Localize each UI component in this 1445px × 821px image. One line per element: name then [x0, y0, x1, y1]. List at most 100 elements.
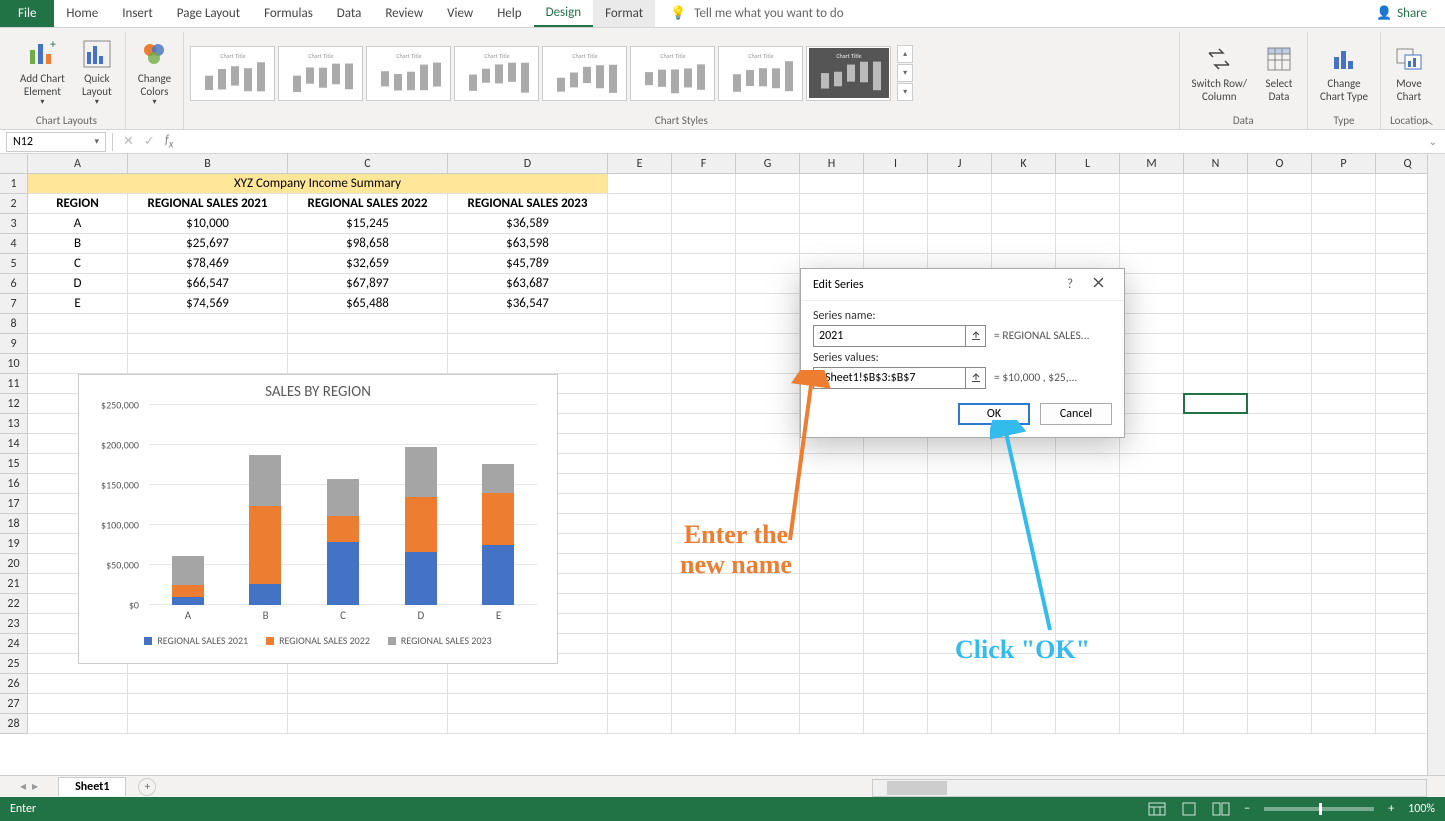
cell[interactable]	[1120, 714, 1184, 734]
cell[interactable]	[1312, 594, 1376, 614]
chart-bar-group[interactable]	[327, 479, 359, 605]
row-header[interactable]: 17	[0, 494, 28, 514]
cell[interactable]	[288, 714, 448, 734]
row-header[interactable]: 14	[0, 434, 28, 454]
cell[interactable]	[1120, 694, 1184, 714]
menu-tab-insert[interactable]: Insert	[110, 0, 165, 27]
cell[interactable]	[128, 674, 288, 694]
cell[interactable]	[928, 514, 992, 534]
chart-bar-segment[interactable]	[405, 497, 437, 551]
cell[interactable]: REGIONAL SALES 2022	[288, 194, 448, 214]
expand-formula-bar-icon[interactable]: ⌄	[1421, 135, 1445, 148]
chart-bar-group[interactable]	[172, 556, 204, 605]
menu-tab-design[interactable]: Design	[534, 0, 593, 27]
cell[interactable]	[1312, 554, 1376, 574]
cell[interactable]	[1184, 294, 1248, 314]
chart-bar-segment[interactable]	[172, 597, 204, 605]
cell[interactable]	[1056, 194, 1120, 214]
column-header[interactable]: K	[992, 154, 1056, 174]
cell[interactable]	[1184, 534, 1248, 554]
cell[interactable]	[928, 474, 992, 494]
cell[interactable]	[608, 494, 672, 514]
cell[interactable]	[1248, 674, 1312, 694]
cell[interactable]	[928, 574, 992, 594]
cell[interactable]	[1184, 374, 1248, 394]
menu-tab-help[interactable]: Help	[485, 0, 533, 27]
cell[interactable]	[992, 714, 1056, 734]
cell[interactable]	[448, 314, 608, 334]
switch-row-column-button[interactable]: Switch Row/ Column	[1186, 39, 1253, 107]
cell[interactable]	[928, 614, 992, 634]
cell[interactable]	[1184, 654, 1248, 674]
chart-bar-segment[interactable]	[249, 506, 281, 585]
cell[interactable]	[928, 594, 992, 614]
sheet-nav-next[interactable]: ▸	[32, 779, 38, 794]
collapse-ribbon-button[interactable]: ︿	[1422, 112, 1433, 128]
cell[interactable]	[672, 194, 736, 214]
cell[interactable]	[608, 414, 672, 434]
cell[interactable]	[992, 174, 1056, 194]
chart-bar-segment[interactable]	[482, 545, 514, 605]
share-button[interactable]: 👤 Share	[1358, 0, 1445, 27]
cell[interactable]: $25,697	[128, 234, 288, 254]
chart-legend-item[interactable]: REGIONAL SALES 2021	[144, 634, 248, 647]
cell[interactable]	[288, 354, 448, 374]
cell[interactable]: D	[28, 274, 128, 294]
cell[interactable]	[1184, 594, 1248, 614]
cell[interactable]: A	[28, 214, 128, 234]
cell[interactable]	[672, 634, 736, 654]
cell[interactable]	[992, 674, 1056, 694]
cell[interactable]	[1312, 414, 1376, 434]
row-header[interactable]: 6	[0, 274, 28, 294]
row-header[interactable]: 5	[0, 254, 28, 274]
column-header[interactable]: B	[128, 154, 288, 174]
cell[interactable]	[800, 234, 864, 254]
column-header[interactable]: J	[928, 154, 992, 174]
cell[interactable]	[1120, 674, 1184, 694]
cell[interactable]	[1184, 414, 1248, 434]
cell[interactable]: $65,488	[288, 294, 448, 314]
file-tab[interactable]: File	[0, 0, 54, 27]
cell[interactable]	[1248, 514, 1312, 534]
cell[interactable]	[1248, 254, 1312, 274]
normal-view-icon[interactable]	[1148, 802, 1166, 816]
cell[interactable]	[736, 334, 800, 354]
cell[interactable]	[1120, 434, 1184, 454]
add-chart-element-button[interactable]: + Add Chart Element ▾	[14, 34, 71, 112]
cell[interactable]	[864, 694, 928, 714]
cell[interactable]	[608, 234, 672, 254]
cell[interactable]	[992, 694, 1056, 714]
cell[interactable]	[736, 714, 800, 734]
quick-layout-button[interactable]: Quick Layout ▾	[75, 34, 119, 112]
cell[interactable]	[1184, 674, 1248, 694]
cell[interactable]	[1312, 334, 1376, 354]
cell[interactable]	[1056, 234, 1120, 254]
sheet-tab-active[interactable]: Sheet1	[58, 777, 126, 796]
chart-bar-group[interactable]	[405, 447, 437, 605]
series-values-ref-button[interactable]	[965, 368, 985, 388]
cell[interactable]	[608, 514, 672, 534]
cell[interactable]	[608, 594, 672, 614]
row-header[interactable]: 3	[0, 214, 28, 234]
row-header[interactable]: 23	[0, 614, 28, 634]
series-name-input[interactable]	[814, 326, 965, 346]
cell[interactable]	[1184, 434, 1248, 454]
cell[interactable]	[864, 654, 928, 674]
cell[interactable]	[1248, 534, 1312, 554]
cell[interactable]	[1056, 174, 1120, 194]
cell[interactable]	[608, 334, 672, 354]
cell[interactable]	[736, 594, 800, 614]
column-header[interactable]: D	[448, 154, 608, 174]
change-colors-button[interactable]: Change Colors ▾	[132, 34, 177, 112]
cell[interactable]	[864, 214, 928, 234]
row-header[interactable]: 4	[0, 234, 28, 254]
cell[interactable]	[1184, 194, 1248, 214]
cell[interactable]	[864, 194, 928, 214]
cell[interactable]	[1120, 634, 1184, 654]
cell[interactable]	[1184, 254, 1248, 274]
cell[interactable]	[736, 694, 800, 714]
cell[interactable]	[672, 714, 736, 734]
cell[interactable]	[1248, 354, 1312, 374]
cell[interactable]	[1120, 374, 1184, 394]
cell[interactable]	[1248, 494, 1312, 514]
